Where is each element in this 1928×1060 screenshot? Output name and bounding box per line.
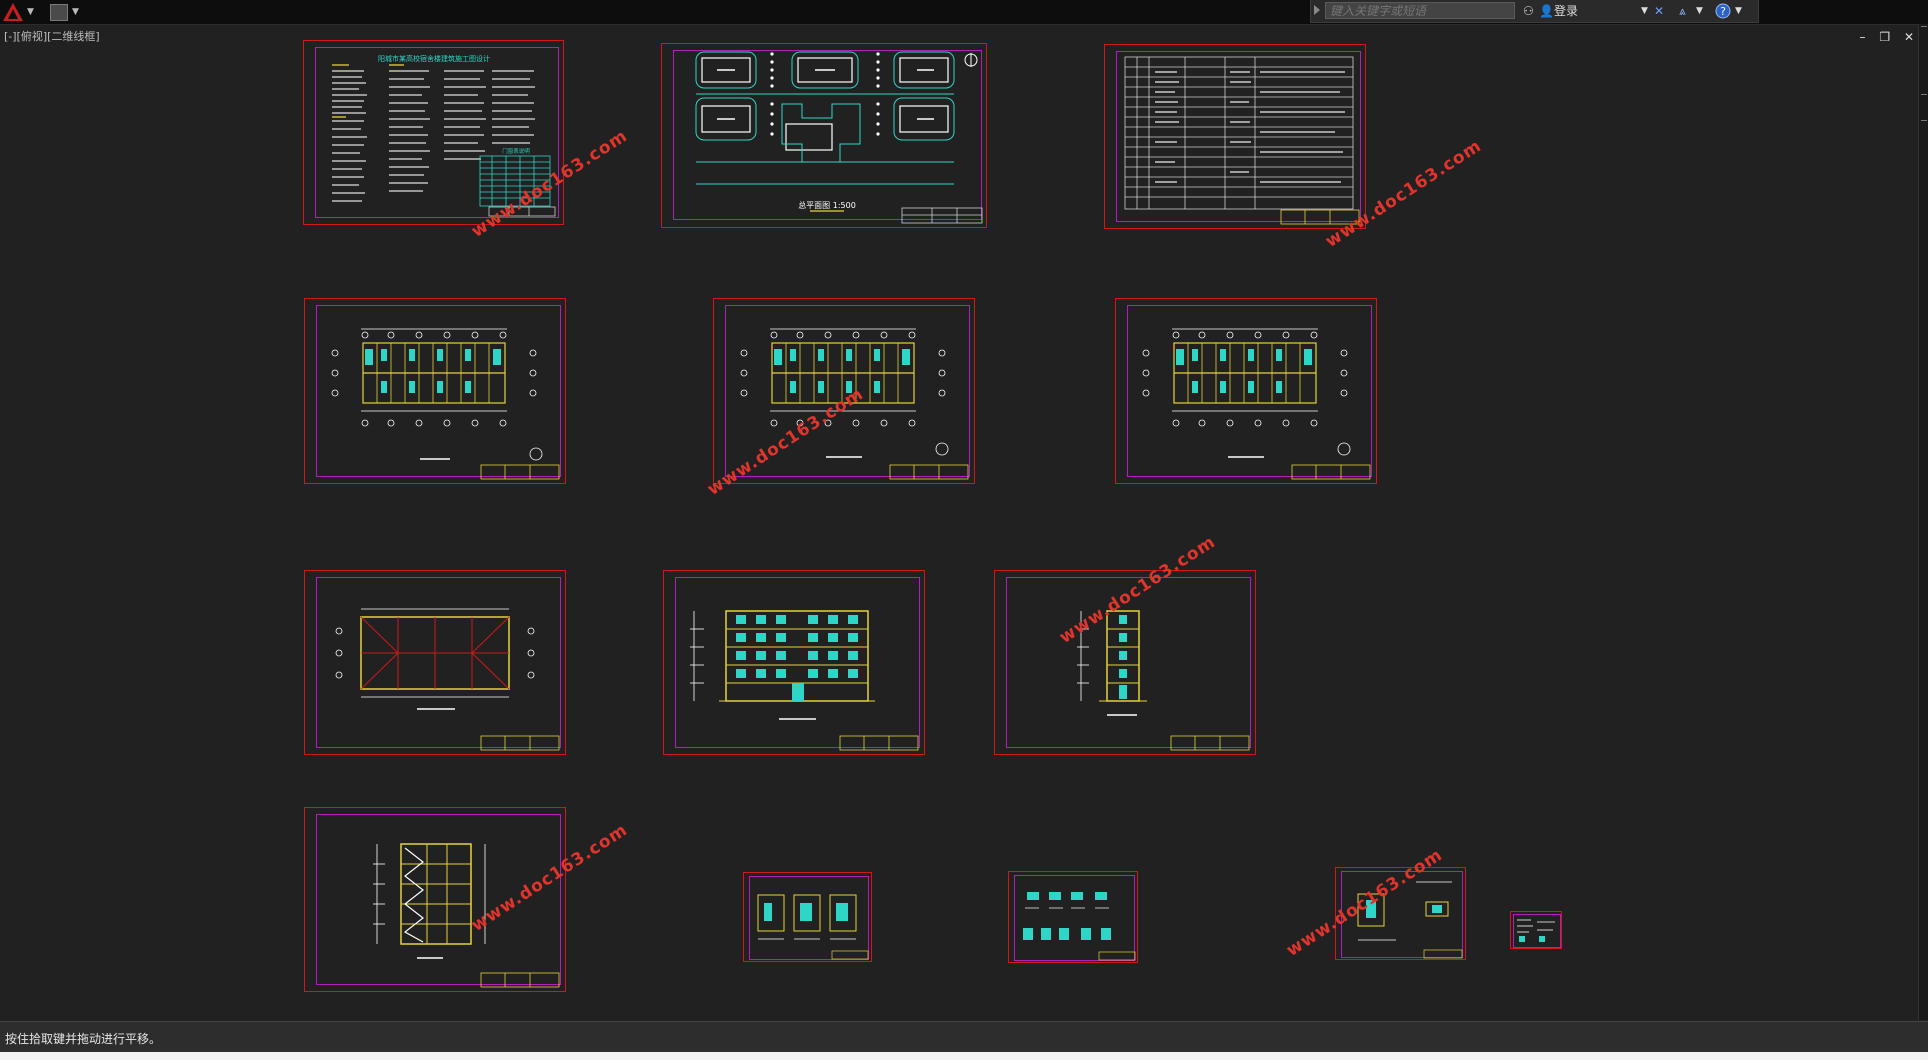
drawing-sheet-detail-2[interactable] (1008, 871, 1138, 963)
close-icon[interactable]: ✕ (1904, 30, 1914, 44)
search-input[interactable] (1325, 2, 1515, 19)
detail-drawing (1023, 892, 1136, 961)
chevron-down-icon[interactable]: ▼ (1696, 3, 1703, 19)
viewport-label[interactable]: [-][俯视][二维线框] (4, 28, 100, 44)
command-status-bar[interactable]: 按住拾取键并拖动进行平移。 (0, 1021, 1928, 1052)
vertical-scrollbar[interactable] (1918, 24, 1928, 1020)
drawing-sheet-floor-plan-1[interactable] (304, 298, 566, 484)
workspace-icon (50, 4, 68, 21)
door-window-table-title: 门窗表说明 (502, 147, 530, 155)
roof-plan-drawing (335, 608, 560, 751)
chevron-down-icon[interactable]: ▼ (1735, 3, 1742, 19)
detail-drawing (757, 894, 869, 960)
autodesk-360-icon[interactable]: ⩓ (1679, 3, 1686, 19)
schedule-drawing (1124, 56, 1360, 225)
expand-arrow-icon[interactable] (1314, 5, 1320, 15)
design-notes-title: 阳城市某高校宿舍楼建筑施工图设计 (378, 54, 490, 63)
chevron-down-icon[interactable]: ▼ (1641, 3, 1648, 19)
detail-drawing (1517, 919, 1555, 942)
help-icon[interactable]: ? (1715, 3, 1731, 19)
drawing-sheet-site-plan[interactable]: 总平面图 1:500 (661, 43, 987, 228)
drawing-sheet-front-elevation[interactable] (663, 570, 925, 755)
minimize-icon[interactable]: – (1860, 30, 1866, 44)
drawing-sheet-detail-1[interactable] (743, 872, 872, 962)
site-plan-drawing: 总平面图 1:500 (695, 51, 983, 224)
floor-plan-drawing (331, 328, 560, 480)
infocenter-bar: ⚇ 👤 登录 ▼ ✕ ⩓ ▼ ? ▼ (1310, 0, 1759, 23)
login-label[interactable]: 登录 (1554, 3, 1578, 19)
autocad-logo-icon (3, 3, 23, 21)
drawing-sheet-roof-plan[interactable] (304, 570, 566, 755)
window-controls: – ❐ ✕ (1850, 30, 1914, 44)
quick-access-button[interactable]: ▼ (48, 2, 84, 22)
application-menu-button[interactable]: ▼ (2, 2, 42, 22)
drawing-sheet-detail-4[interactable] (1510, 911, 1562, 949)
drawing-sheet-floor-plan-3[interactable] (1115, 298, 1377, 484)
floor-plan-drawing (1142, 328, 1371, 480)
restore-icon[interactable]: ❐ (1879, 30, 1890, 44)
title-bar: ▼ ▼ ⚇ 👤 登录 ▼ ✕ ⩓ ▼ ? ▼ (0, 0, 1928, 25)
drawing-sheet-schedule[interactable] (1104, 44, 1366, 229)
exchange-icon[interactable]: ✕ (1654, 3, 1664, 19)
chevron-down-icon: ▼ (72, 7, 79, 17)
status-message: 按住拾取键并拖动进行平移。 (5, 1032, 162, 1046)
site-plan-caption: 总平面图 1:500 (798, 200, 856, 210)
binoculars-icon[interactable]: ⚇ (1523, 3, 1534, 19)
front-elevation-drawing (690, 610, 919, 751)
svg-text:?: ? (1720, 5, 1726, 18)
user-icon[interactable]: 👤 (1539, 3, 1554, 19)
bottom-strip (0, 1052, 1928, 1060)
chevron-down-icon: ▼ (27, 7, 34, 17)
